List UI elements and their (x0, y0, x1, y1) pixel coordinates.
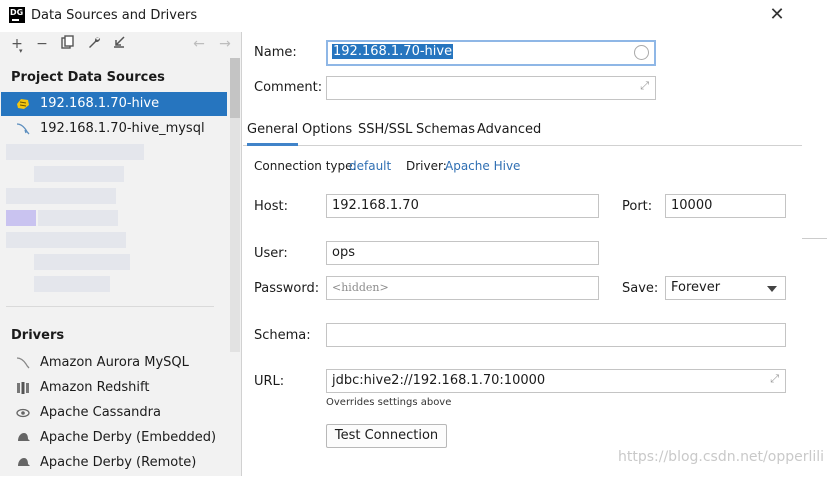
schema-label: Schema: (254, 328, 311, 343)
tab-advanced[interactable]: Advanced (477, 118, 541, 146)
source-item-hive-mysql[interactable]: 192.168.1.70-hive_mysql (1, 117, 227, 141)
source-item-label: 192.168.1.70-hive (40, 96, 160, 111)
url-note: Overrides settings above (326, 397, 452, 408)
tab-schemas[interactable]: Schemas (416, 118, 475, 146)
dialog-window: DG Data Sources and Drivers ✕ + ▾ − ← → P… (0, 0, 802, 476)
redacted-sources (6, 144, 146, 294)
aurora-mysql-icon (14, 350, 32, 375)
name-label: Name: (254, 45, 297, 60)
redshift-icon (14, 375, 32, 400)
connection-type-label: Connection type: (254, 159, 357, 173)
tab-ssh-ssl[interactable]: SSH/SSL (358, 118, 412, 146)
url-value: jdbc:hive2://192.168.1.70:10000 (332, 373, 546, 388)
driver-item-label: Apache Derby (Embedded) (40, 430, 217, 445)
driver-item-redshift[interactable]: Amazon Redshift (0, 375, 230, 400)
port-label: Port: (622, 199, 653, 214)
driver-item-label: Amazon Aurora MySQL (40, 355, 189, 370)
left-panel: + ▾ − ← → Project Data Sources 192.168.1.… (0, 32, 242, 476)
driver-item-label: Apache Cassandra (40, 405, 161, 420)
host-label: Host: (254, 199, 288, 214)
sidebar-scroll-thumb[interactable] (230, 58, 240, 118)
expand-icon[interactable]: ⤢ (640, 77, 649, 97)
password-placeholder: <hidden> (332, 281, 389, 294)
host-input[interactable]: 192.168.1.70 (326, 194, 599, 218)
driver-label: Driver: (406, 159, 447, 173)
tab-bar: General Options SSH/SSL Schemas Advanced (243, 118, 802, 146)
close-icon[interactable]: ✕ (766, 5, 788, 27)
app-icon: DG (9, 7, 25, 23)
window-title: Data Sources and Drivers (31, 8, 198, 23)
driver-item-label: Apache Derby (Remote) (40, 455, 197, 470)
tab-options[interactable]: Options (302, 118, 352, 146)
tab-general[interactable]: General (247, 118, 299, 146)
url-input[interactable]: jdbc:hive2://192.168.1.70:10000 ⤢ (326, 369, 786, 393)
driver-item-cassandra[interactable]: Apache Cassandra (0, 400, 230, 425)
name-value: 192.168.1.70-hive (332, 44, 454, 59)
title-bar: DG Data Sources and Drivers ✕ (0, 0, 802, 32)
mysql-icon (15, 117, 33, 141)
connection-type-link[interactable]: default (349, 159, 391, 173)
test-connection-button[interactable]: Test Connection (326, 424, 447, 448)
expand-icon[interactable]: ⤢ (770, 370, 779, 390)
port-input[interactable]: 10000 (665, 194, 786, 218)
add-icon[interactable]: + ▾ (8, 35, 26, 55)
derby-icon (14, 425, 32, 450)
password-label: Password: (254, 281, 320, 296)
import-icon[interactable] (110, 35, 128, 53)
forward-icon[interactable]: → (216, 35, 234, 53)
driver-link[interactable]: Apache Hive (445, 159, 520, 173)
remove-icon[interactable]: − (33, 35, 51, 53)
driver-item-derby-embedded[interactable]: Apache Derby (Embedded) (0, 425, 230, 450)
save-label: Save: (622, 281, 659, 296)
color-circle-icon[interactable] (634, 45, 649, 60)
password-input[interactable]: <hidden> (326, 276, 599, 300)
user-input[interactable]: ops (326, 241, 599, 265)
schema-input[interactable] (326, 323, 786, 347)
copy-icon[interactable] (59, 35, 77, 53)
background-divider (802, 238, 827, 239)
back-icon[interactable]: ← (190, 35, 208, 53)
url-label: URL: (254, 374, 285, 389)
user-label: User: (254, 246, 288, 261)
sidebar-toolbar: + ▾ − ← → (0, 32, 242, 58)
chevron-down-icon (767, 286, 777, 292)
driver-item-label: Amazon Redshift (40, 380, 150, 395)
driver-item-derby-remote[interactable]: Apache Derby (Remote) (0, 450, 230, 475)
drivers-title: Drivers (11, 328, 65, 343)
project-sources-title: Project Data Sources (11, 70, 165, 85)
source-item-hive[interactable]: 192.168.1.70-hive (1, 92, 227, 116)
wrench-icon[interactable] (85, 35, 103, 53)
name-field[interactable]: 192.168.1.70-hive (326, 40, 656, 66)
source-item-label: 192.168.1.70-hive_mysql (40, 121, 205, 136)
save-select-value: Forever (671, 280, 721, 295)
cassandra-icon (14, 400, 32, 425)
derby-icon (14, 450, 32, 475)
comment-field[interactable]: ⤢ (326, 76, 656, 100)
save-select[interactable]: Forever (665, 276, 786, 300)
sidebar-divider (6, 306, 214, 307)
details-panel: Name: 192.168.1.70-hive Comment: ⤢ Gener… (243, 32, 802, 476)
driver-item-aurora-mysql[interactable]: Amazon Aurora MySQL (0, 350, 230, 375)
comment-label: Comment: (254, 80, 323, 95)
watermark: https://blog.csdn.net/opperlili (618, 449, 825, 465)
hive-icon (15, 92, 33, 116)
